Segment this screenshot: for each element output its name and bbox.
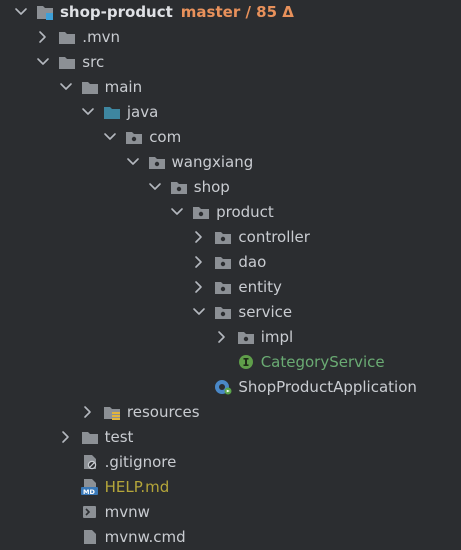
module-folder-icon: [36, 4, 54, 20]
markdown-file-icon: MD: [80, 479, 99, 495]
folder-icon: [58, 54, 76, 70]
source-folder-icon: [103, 104, 121, 120]
tree-item-service[interactable]: service: [0, 300, 461, 325]
tree-item-label: shop-product master / 85 Δ: [60, 3, 294, 21]
chevron-down-icon[interactable]: [148, 180, 162, 194]
tree-item-test[interactable]: test: [0, 425, 461, 450]
chevron-down-icon[interactable]: [126, 155, 140, 169]
chevron-down-icon[interactable]: [81, 105, 95, 119]
folder-icon: [58, 29, 76, 45]
tree-item-label: CategoryService: [260, 353, 385, 371]
package-icon: [214, 229, 232, 245]
tree-item-main[interactable]: main: [0, 75, 461, 100]
tree-item-entity[interactable]: entity: [0, 275, 461, 300]
tree-item-label: shop: [193, 178, 230, 196]
project-tree: shop-product master / 85 Δ .mvn src main …: [0, 0, 461, 546]
tree-item-gitignore[interactable]: .gitignore: [0, 450, 461, 475]
package-icon: [125, 129, 143, 145]
tree-item-label: test: [104, 428, 134, 446]
tree-item-com[interactable]: com: [0, 125, 461, 150]
resources-folder-icon: [103, 404, 121, 420]
package-icon: [237, 329, 255, 345]
tree-item-label: controller: [238, 228, 310, 246]
spring-boot-app-icon: [214, 379, 232, 395]
tree-item-java[interactable]: java: [0, 100, 461, 125]
chevron-right-icon[interactable]: [192, 280, 206, 294]
tree-item-controller[interactable]: controller: [0, 225, 461, 250]
cmd-file-icon: [81, 529, 99, 545]
tree-item-help-md[interactable]: MD HELP.md: [0, 475, 461, 500]
tree-item-label: mvnw.cmd: [104, 528, 186, 546]
tree-item-label: HELP.md: [104, 478, 170, 496]
chevron-down-icon[interactable]: [59, 80, 73, 94]
tree-item-resources[interactable]: resources: [0, 400, 461, 425]
tree-item-wangxiang[interactable]: wangxiang: [0, 150, 461, 175]
tree-item-label: main: [104, 78, 143, 96]
package-icon: [214, 279, 232, 295]
tree-item-categoryservice[interactable]: CategoryService: [0, 350, 461, 375]
tree-item-label: impl: [260, 328, 294, 346]
tree-item-label: entity: [238, 278, 282, 296]
tree-item-label: resources: [126, 403, 200, 421]
tree-item-label: wangxiang: [171, 153, 254, 171]
chevron-right-icon[interactable]: [59, 430, 73, 444]
vcs-branch-status: master / 85 Δ: [180, 3, 294, 21]
tree-item-src[interactable]: src: [0, 50, 461, 75]
chevron-down-icon[interactable]: [36, 55, 50, 69]
package-icon: [214, 304, 232, 320]
chevron-down-icon[interactable]: [192, 305, 206, 319]
chevron-right-icon[interactable]: [81, 405, 95, 419]
package-icon: [170, 179, 188, 195]
tree-item-label: .gitignore: [104, 453, 177, 471]
folder-icon: [81, 79, 99, 95]
chevron-right-icon[interactable]: [36, 30, 50, 44]
tree-item-shop[interactable]: shop: [0, 175, 461, 200]
tree-item-label: mvnw: [104, 503, 150, 521]
shell-script-icon: [81, 504, 99, 520]
interface-icon: [237, 354, 255, 370]
tree-item-product[interactable]: product: [0, 200, 461, 225]
tree-item-mvnw-cmd[interactable]: mvnw.cmd: [0, 525, 461, 550]
tree-item-label: com: [149, 128, 182, 146]
package-icon: [192, 204, 210, 220]
tree-item-label: java: [126, 103, 159, 121]
tree-item-impl[interactable]: impl: [0, 325, 461, 350]
tree-item-label: service: [238, 303, 293, 321]
tree-item-shopproductapplication[interactable]: ShopProductApplication: [0, 375, 461, 400]
tree-item-label: dao: [238, 253, 267, 271]
chevron-right-icon[interactable]: [192, 230, 206, 244]
chevron-right-icon[interactable]: [215, 330, 229, 344]
chevron-down-icon[interactable]: [170, 205, 184, 219]
package-icon: [214, 254, 232, 270]
chevron-right-icon[interactable]: [192, 255, 206, 269]
tree-item-shop-product[interactable]: shop-product master / 85 Δ: [0, 0, 461, 25]
tree-item-label: .mvn: [82, 28, 121, 46]
tree-item-label: src: [82, 53, 105, 71]
package-icon: [148, 154, 166, 170]
chevron-down-icon[interactable]: [14, 5, 28, 19]
tree-item-label: product: [216, 203, 274, 221]
tree-item-mvn[interactable]: .mvn: [0, 25, 461, 50]
folder-icon: [81, 429, 99, 445]
gitignore-file-icon: [81, 454, 99, 470]
svg-text:MD: MD: [83, 488, 95, 495]
tree-item-dao[interactable]: dao: [0, 250, 461, 275]
chevron-down-icon[interactable]: [103, 130, 117, 144]
tree-item-label: ShopProductApplication: [238, 378, 417, 396]
tree-item-mvnw[interactable]: mvnw: [0, 500, 461, 525]
